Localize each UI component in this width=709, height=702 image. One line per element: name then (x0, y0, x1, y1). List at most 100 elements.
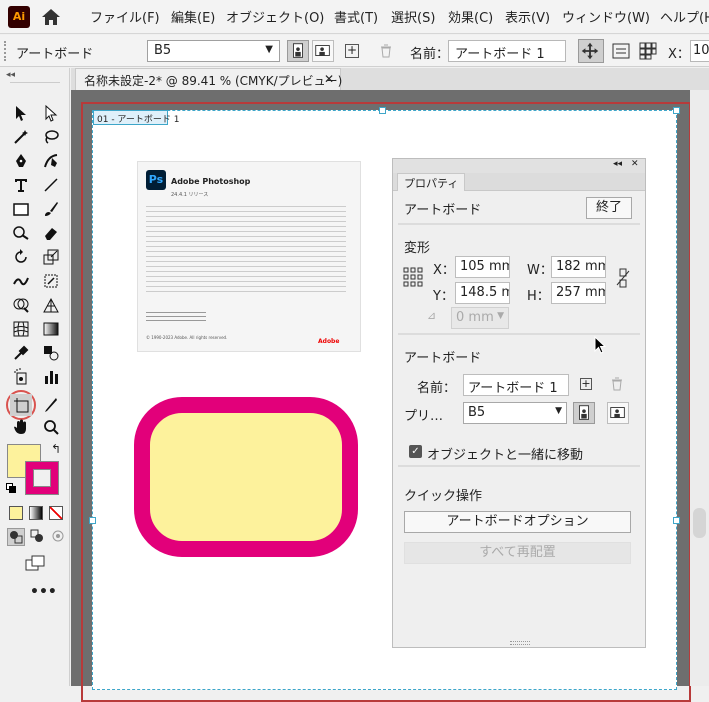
rounded-rectangle-shape[interactable] (134, 397, 358, 557)
new-artboard-icon[interactable]: + (345, 44, 359, 58)
zoom-tool-icon[interactable] (40, 416, 62, 438)
selection-tool-icon[interactable] (10, 102, 32, 124)
x-input[interactable]: 105 mm (455, 256, 510, 278)
stroke-swatch[interactable] (25, 461, 59, 495)
menu-effect[interactable]: 効果(C) (448, 7, 493, 26)
default-colors-icon[interactable] (6, 483, 16, 493)
menu-file[interactable]: ファイル(F) (90, 7, 160, 26)
artboard-tool-icon[interactable] (10, 394, 32, 416)
panel-tab-bar: プロパティ (393, 173, 645, 191)
trash-icon[interactable] (378, 43, 394, 59)
move-with-artboard-label: オブジェクトと一緒に移動 (427, 448, 584, 463)
artboard-name-input[interactable]: アートボード 1 (463, 374, 569, 396)
none-mode-icon[interactable] (49, 506, 63, 520)
draw-inside-icon[interactable] (50, 528, 68, 546)
preset-dropdown[interactable]: B5 ▼ (463, 402, 567, 424)
w-input[interactable]: 182 mm (551, 256, 606, 278)
placed-image[interactable]: Ps Adobe Photoshop 24.4.1 リリース © 1990-20… (137, 161, 361, 352)
menu-help[interactable]: ヘルプ(H (660, 7, 709, 26)
type-tool-icon[interactable] (10, 174, 32, 196)
free-transform-tool-icon[interactable] (40, 270, 62, 292)
menu-object[interactable]: オブジェクト(O) (226, 7, 324, 26)
checkbox-move-with-artboard[interactable]: ✓ (409, 445, 422, 458)
scrollbar-thumb[interactable] (693, 508, 706, 538)
resize-handle[interactable] (673, 107, 680, 114)
curvature-tool-icon[interactable] (40, 150, 62, 172)
draw-behind-icon[interactable] (29, 528, 47, 546)
splash-artist-credit (146, 312, 206, 322)
rearrange-all-button[interactable]: すべて再配置 (404, 542, 631, 564)
splash-product: Adobe Photoshop (171, 177, 251, 186)
eraser-tool-icon[interactable] (40, 222, 62, 244)
document-tab[interactable]: 名称未設定-2* @ 89.41 % (CMYK/プレビュー) ✕ (75, 68, 342, 90)
vertical-scrollbar[interactable] (690, 90, 709, 686)
portrait-button[interactable] (287, 40, 309, 62)
blend-tool-icon[interactable] (40, 342, 62, 364)
move-icon[interactable] (578, 39, 604, 63)
x-input[interactable]: 10 (690, 40, 709, 62)
grip-handle[interactable] (4, 41, 8, 61)
column-graph-tool-icon[interactable] (40, 366, 62, 388)
rearrange-grid-icon[interactable] (638, 41, 658, 61)
eyedropper-tool-icon[interactable] (10, 342, 32, 364)
preset-dropdown[interactable]: B5 ▼ (147, 40, 280, 62)
artboard-options-icon[interactable] (612, 43, 630, 59)
tab-properties[interactable]: プロパティ (397, 173, 466, 191)
w-label: W： (527, 263, 553, 278)
width-tool-icon[interactable] (10, 270, 32, 292)
artboard-options-button[interactable]: アートボードオプション (404, 511, 631, 533)
close-icon[interactable]: ✕ (324, 72, 334, 86)
home-icon[interactable] (40, 7, 62, 27)
gradient-tool-icon[interactable] (40, 318, 62, 340)
hand-tool-icon[interactable] (10, 416, 32, 438)
reference-point-icon[interactable] (403, 267, 423, 287)
more-tools-icon[interactable]: ••• (30, 584, 57, 600)
menu-window[interactable]: ウィンドウ(W) (562, 7, 650, 26)
rectangle-tool-icon[interactable] (10, 198, 32, 220)
direct-selection-tool-icon[interactable] (40, 102, 62, 124)
resize-handle[interactable] (673, 517, 680, 524)
swap-colors-icon[interactable]: ↰ (51, 442, 61, 456)
lasso-tool-icon[interactable] (40, 126, 62, 148)
scale-tool-icon[interactable] (40, 246, 62, 268)
slice-tool-icon[interactable] (40, 394, 62, 416)
h-input[interactable]: 257 mm (551, 282, 606, 304)
mesh-tool-icon[interactable] (10, 318, 32, 340)
constrain-proportions-icon[interactable] (615, 267, 631, 289)
color-mode-icon[interactable] (9, 506, 23, 520)
collapse-icon[interactable]: ◂◂ (6, 70, 15, 80)
resize-grip[interactable] (510, 641, 530, 645)
rotate-tool-icon[interactable] (10, 246, 32, 268)
landscape-button[interactable] (312, 40, 334, 62)
y-input[interactable]: 148.5 m (455, 282, 510, 304)
close-icon[interactable]: ✕ (631, 159, 639, 169)
shape-builder-tool-icon[interactable] (10, 294, 32, 316)
menu-view[interactable]: 表示(V) (505, 7, 550, 26)
artboard-name-input[interactable]: アートボード 1 (448, 40, 566, 62)
resize-handle[interactable] (89, 517, 96, 524)
menu-select[interactable]: 選択(S) (391, 7, 435, 26)
collapse-icon[interactable]: ◂◂ (613, 159, 622, 169)
add-icon[interactable]: + (580, 378, 592, 390)
trash-icon[interactable] (610, 376, 624, 392)
resize-handle[interactable] (379, 107, 386, 114)
gradient-mode-icon[interactable] (29, 506, 43, 520)
shaper-tool-icon[interactable] (10, 222, 32, 244)
menu-type[interactable]: 書式(T) (334, 7, 378, 26)
artboard-name-label: 名前： (410, 47, 450, 62)
portrait-button[interactable] (573, 402, 595, 424)
artboard-name-tag[interactable]: 01 - アートボード 1 (93, 110, 179, 125)
draw-normal-icon[interactable] (7, 528, 25, 546)
menu-edit[interactable]: 編集(E) (171, 7, 215, 26)
divider (10, 82, 60, 83)
paintbrush-tool-icon[interactable] (40, 198, 62, 220)
perspective-grid-tool-icon[interactable] (40, 294, 62, 316)
magic-wand-tool-icon[interactable] (10, 126, 32, 148)
screen-mode-icon[interactable] (24, 554, 48, 572)
landscape-button[interactable] (607, 402, 629, 424)
line-tool-icon[interactable] (40, 174, 62, 196)
exit-button[interactable]: 終了 (586, 197, 632, 219)
pen-tool-icon[interactable] (10, 150, 32, 172)
symbol-sprayer-tool-icon[interactable] (10, 366, 32, 388)
angle-input[interactable]: 0 mm ▼ (451, 307, 509, 329)
